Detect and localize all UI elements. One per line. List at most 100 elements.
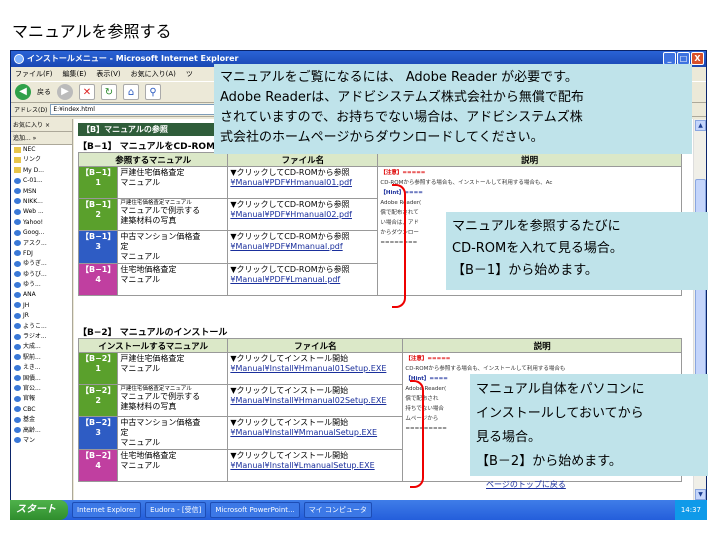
file-link[interactable]: ¥Manual¥Install¥LmanualSetup.EXE	[230, 461, 374, 470]
manual-code: 【B−2】 4	[77, 449, 119, 482]
refresh-icon[interactable]: ↻	[101, 84, 117, 100]
favorite-label: NEC	[23, 146, 36, 153]
taskbar-my-computer[interactable]: マイ コンピュータ	[303, 502, 372, 518]
favorite-item[interactable]: 基金	[11, 415, 72, 425]
favorite-item[interactable]: ラジオ...	[11, 332, 72, 342]
search-icon[interactable]: ⚲	[145, 84, 161, 100]
taskbar-ie[interactable]: Internet Explorer	[72, 502, 142, 518]
click-instruction: ▼クリックしてインストール開始	[230, 386, 349, 395]
taskbar: スタート Internet Explorer Eudora - [受信] Mic…	[10, 500, 707, 520]
home-icon[interactable]: ⌂	[123, 84, 139, 100]
taskbar-eudora[interactable]: Eudora - [受信]	[145, 502, 207, 518]
favorite-item[interactable]: ゆう...	[11, 280, 72, 290]
taskbar-powerpoint[interactable]: Microsoft PowerPoint...	[210, 502, 300, 518]
sidebar-close-icon[interactable]: ×	[45, 122, 50, 129]
ie-page-icon	[14, 343, 21, 350]
favorite-item[interactable]: 官報	[11, 394, 72, 404]
file-cell: ▼クリックしてCD-ROMから参照 ¥Manual¥PDF¥Lmanual.pdf	[227, 263, 379, 296]
favorites-sidebar: お気に入り × 追加... » NEC リンク My D... C-01... MSN N…	[11, 119, 73, 501]
favorite-item[interactable]: My D...	[11, 166, 72, 176]
back-label[interactable]: 戻る	[37, 87, 51, 97]
scroll-up-icon[interactable]: ▲	[695, 120, 706, 131]
file-link[interactable]: ¥Manual¥Install¥MmanualSetup.EXE	[230, 428, 377, 437]
manual-code: 【B−1】 2	[77, 198, 119, 231]
ie-page-icon	[14, 406, 21, 413]
file-link[interactable]: ¥Manual¥PDF¥Mmanual.pdf	[230, 242, 342, 251]
file-link[interactable]: ¥Manual¥Install¥Hmanual01Setup.EXE	[230, 364, 386, 373]
favorite-item[interactable]: リンク	[11, 155, 72, 165]
favorite-item[interactable]: ようこ...	[11, 322, 72, 332]
ie-page-icon	[14, 385, 21, 392]
file-link[interactable]: ¥Manual¥Install¥Hmanual02Setup.EXE	[230, 396, 386, 405]
click-instruction: ▼クリックしてCD-ROMから参照	[230, 200, 350, 209]
ie-page-icon	[14, 437, 21, 444]
adobe-reader-callout: マニュアルをご覧になるには、 Adobe Reader が必要です。 Adobe…	[214, 64, 692, 154]
favorite-item[interactable]: ゆうび...	[11, 270, 72, 280]
favorite-item[interactable]: NEC	[11, 145, 72, 155]
file-cell: ▼クリックしてインストール開始 ¥Manual¥Install¥LmanualSe…	[227, 449, 404, 482]
favorite-item[interactable]: 官公...	[11, 384, 72, 394]
favorite-item[interactable]: CBC	[11, 405, 72, 415]
more-icon[interactable]: »	[33, 135, 37, 142]
favorite-item[interactable]: アスク...	[11, 239, 72, 249]
back-to-top-link[interactable]: ページのトップに戻る	[486, 479, 566, 490]
menu-view[interactable]: 表示(V)	[96, 67, 120, 81]
favorite-item[interactable]: Web ...	[11, 207, 72, 217]
favorite-label: Goog...	[23, 229, 45, 237]
favorite-label: My D...	[23, 166, 44, 174]
favorite-item[interactable]: Yahoo!	[11, 218, 72, 228]
manual-name: マニュアルで例示する 建築材料の写真	[120, 206, 201, 225]
ie-page-icon	[14, 260, 21, 267]
manual-code: 【B−2】 1	[77, 352, 119, 385]
favorite-item[interactable]: 駅前...	[11, 353, 72, 363]
ie-page-icon	[14, 291, 21, 298]
ie-page-icon	[14, 188, 21, 195]
favorite-item[interactable]: JR	[11, 311, 72, 321]
section-bar: 【B】マニュアルの参照	[78, 123, 228, 136]
favorite-item[interactable]: 国債...	[11, 374, 72, 384]
favorite-item[interactable]: 高齢...	[11, 426, 72, 436]
favorite-item[interactable]: マン	[11, 436, 72, 446]
ie-page-icon	[14, 416, 21, 423]
scroll-down-icon[interactable]: ▼	[695, 489, 706, 500]
ie-page-icon	[14, 208, 21, 215]
table-row: 【B−1】 1 戸建住宅価格査定 マニュアル ▼クリックしてCD-ROMから参照 ¥M…	[77, 166, 682, 296]
col-header-install-manual: インストールするマニュアル	[77, 338, 229, 353]
favorite-item[interactable]: MSN	[11, 187, 72, 197]
note-body: CD-ROMから参照する場合も、インストールして利用する場合も、Ac	[380, 180, 553, 186]
manual-name-cell: 住宅地価格査定 マニュアル	[117, 449, 229, 482]
menu-edit[interactable]: 編集(E)	[63, 67, 87, 81]
menu-file[interactable]: ファイル(F)	[15, 67, 53, 81]
favorite-label: 高齢...	[23, 426, 41, 434]
section2-brace	[410, 380, 424, 488]
stop-icon[interactable]: ✕	[79, 84, 95, 100]
favorite-item[interactable]: ANA	[11, 290, 72, 300]
favorite-item[interactable]: 大成...	[11, 342, 72, 352]
start-button[interactable]: スタート	[10, 500, 68, 520]
menu-favorites[interactable]: お気に入り(A)	[131, 67, 176, 81]
system-tray-clock: 14:37	[674, 500, 707, 520]
manual-code: 【B−1】 3	[77, 230, 119, 264]
folder-icon	[14, 156, 21, 163]
forward-arrow-icon[interactable]: ▶	[57, 84, 73, 100]
favorite-label: ゆうぎ...	[23, 260, 47, 268]
section1-brace	[392, 184, 406, 308]
add-favorite-button[interactable]: 追加...	[13, 135, 31, 142]
favorite-label: MSN	[23, 187, 37, 195]
favorite-item[interactable]: Goog...	[11, 228, 72, 238]
menu-tools[interactable]: ツ	[186, 67, 193, 81]
file-link[interactable]: ¥Manual¥PDF¥Lmanual.pdf	[230, 275, 340, 284]
click-instruction: ▼クリックしてインストール開始	[230, 451, 349, 460]
favorite-item[interactable]: JH	[11, 301, 72, 311]
close-button[interactable]: X	[691, 52, 704, 65]
favorite-item[interactable]: FDJ	[11, 249, 72, 259]
note-heading: 【注意】=====	[405, 356, 451, 362]
favorite-item[interactable]: ゆうぎ...	[11, 259, 72, 269]
favorite-item[interactable]: NIKK...	[11, 197, 72, 207]
file-link[interactable]: ¥Manual¥PDF¥Hmanual01.pdf	[230, 178, 352, 187]
file-link[interactable]: ¥Manual¥PDF¥Hmanual02.pdf	[230, 210, 352, 219]
back-arrow-icon[interactable]: ◀	[15, 84, 31, 100]
favorite-item[interactable]: C-01...	[11, 176, 72, 186]
favorite-item[interactable]: えき...	[11, 363, 72, 373]
ie-page-icon	[14, 198, 21, 205]
